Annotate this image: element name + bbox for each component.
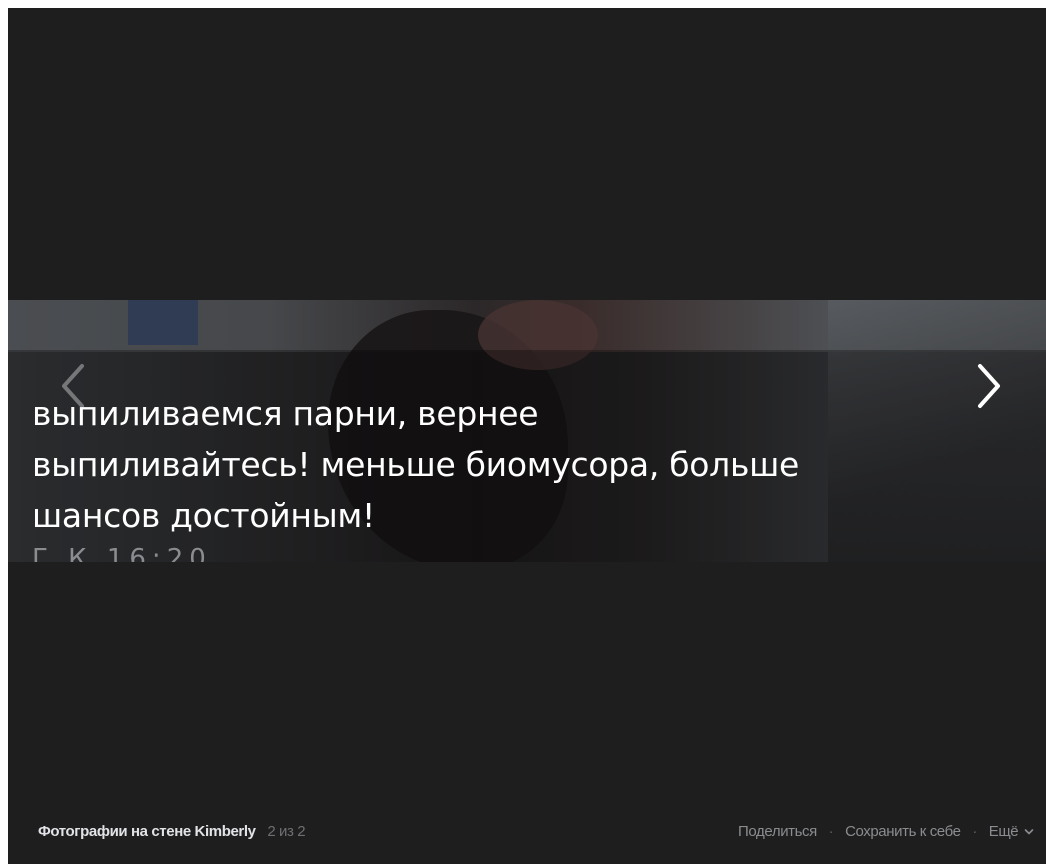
album-link[interactable]: Фотографии на стене Kimberly — [38, 823, 256, 840]
more-menu-button[interactable]: Ещё — [989, 823, 1034, 840]
save-to-self-button[interactable]: Сохранить к себе — [845, 823, 961, 840]
caption-line: выпиливайтесь! меньше биомусора, больше — [32, 445, 800, 484]
caption-author-text: Г К 16:20 — [32, 546, 212, 562]
photo-viewer: выпиливаемся парни, вернее выпиливайтесь… — [8, 8, 1046, 864]
separator: · — [828, 823, 834, 840]
separator: · — [972, 823, 977, 840]
viewer-footer: Фотографии на стене Kimberly 2 из 2 Поде… — [8, 816, 1046, 848]
share-button[interactable]: Поделиться — [738, 823, 817, 840]
caption-author-line: Г К 16:20 — [32, 546, 632, 562]
caption-line: выпиливаемся парни, вернее — [32, 394, 539, 433]
more-label: Ещё — [988, 823, 1019, 840]
photo-caption: выпиливаемся парни, вернее выпиливайтесь… — [32, 388, 1032, 541]
chevron-down-icon — [1024, 827, 1034, 837]
caption-line: шансов достойным! — [32, 496, 375, 535]
photo-counter: 2 из 2 — [267, 823, 306, 840]
footer-actions: Поделиться · Сохранить к себе · Ещё — [738, 816, 1034, 848]
photo-blue-shape — [128, 300, 198, 345]
footer-left: Фотографии на стене Kimberly 2 из 2 — [38, 816, 306, 848]
